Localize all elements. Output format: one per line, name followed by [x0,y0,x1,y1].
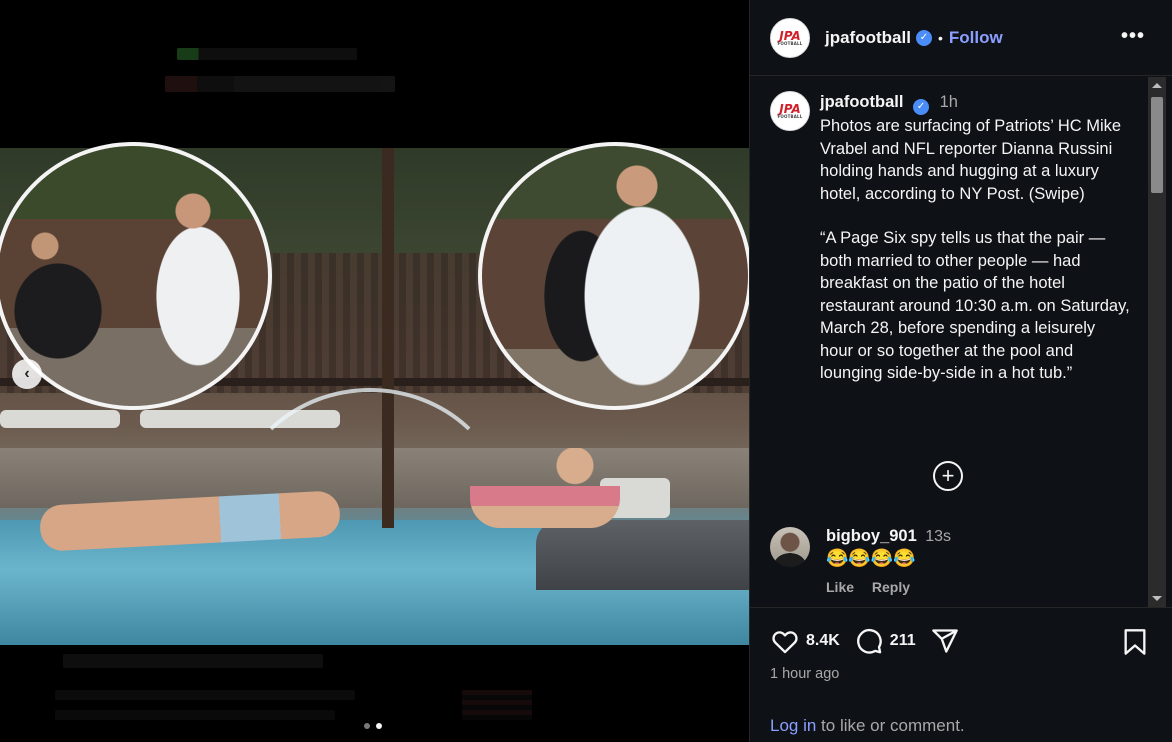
caption-time: 1h [939,93,958,111]
caption-paragraph-2: “A Page Six spy tells us that the pair —… [820,229,1130,383]
comments-scrollbar[interactable] [1148,77,1166,607]
scrollbar-thumb[interactable] [1151,97,1163,193]
comment-text: 😂😂😂😂 [826,548,916,568]
jpa-logo-icon: JPA FOOTBALL [777,28,803,46]
comment-item: bigboy_901 13s 😂😂😂😂 Like Reply [770,527,1130,595]
previous-slide-button[interactable]: ‹ [12,359,42,389]
comment-username[interactable]: bigboy_901 [826,527,917,545]
caption-username[interactable]: jpafootball [820,93,903,111]
likes-count[interactable]: 8.4K [806,632,840,650]
plus-circle-icon[interactable]: + [933,461,963,491]
media-ghost-caption [55,654,355,720]
jpa-logo-icon: JPA FOOTBALL [777,102,803,119]
post-timestamp: 1 hour ago [770,666,840,682]
carousel-dot-2[interactable] [376,723,382,729]
bookmark-icon[interactable] [1123,628,1147,661]
comments-count[interactable]: 211 [890,632,916,650]
scroll-up-arrow-icon[interactable] [1152,83,1162,88]
post-media: ‹ [0,0,749,742]
login-prompt-text: to like or comment. [816,716,965,735]
comment-icon[interactable] [854,626,884,656]
author-username[interactable]: jpafootball [825,28,911,48]
caption: JPA FOOTBALL jpafootball ✓ 1h Photos are … [770,91,1130,407]
scroll-down-arrow-icon[interactable] [1152,596,1162,601]
comments-scroll-area[interactable]: JPA FOOTBALL jpafootball ✓ 1h Photos are … [750,77,1172,607]
comment-reply-button[interactable]: Reply [872,579,910,595]
caption-paragraph-1: Photos are surfacing of Patriots’ HC Mik… [820,117,1122,203]
verified-badge-icon: ✓ [915,29,932,46]
carousel-dot-1[interactable] [364,723,370,729]
author-avatar[interactable]: JPA FOOTBALL [770,17,810,58]
media-ghost-header [165,46,405,98]
carousel-dots [364,723,382,729]
login-prompt: Log in to like or comment. [770,716,965,736]
header-separator: • [937,29,943,46]
verified-badge-icon: ✓ [913,99,930,116]
comment-like-button[interactable]: Like [826,579,854,595]
heart-icon[interactable] [770,626,800,656]
share-icon[interactable] [930,626,960,656]
login-link[interactable]: Log in [770,716,816,735]
post-actions: 8.4K 211 1 hour ago Log in to like or co… [750,607,1172,742]
inset-photo-right [478,142,749,410]
follow-button[interactable]: Follow [949,28,1003,48]
more-options-icon[interactable]: ••• [1121,25,1145,48]
caption-avatar[interactable]: JPA FOOTBALL [770,91,810,131]
comment-time: 13s [925,528,952,545]
commenter-avatar[interactable] [770,527,810,567]
post-side-panel: JPA FOOTBALL jpafootball ✓ • Follow ••• J… [749,0,1172,742]
media-ghost-mark [462,690,532,720]
post-header: JPA FOOTBALL jpafootball ✓ • Follow ••• [750,0,1172,76]
